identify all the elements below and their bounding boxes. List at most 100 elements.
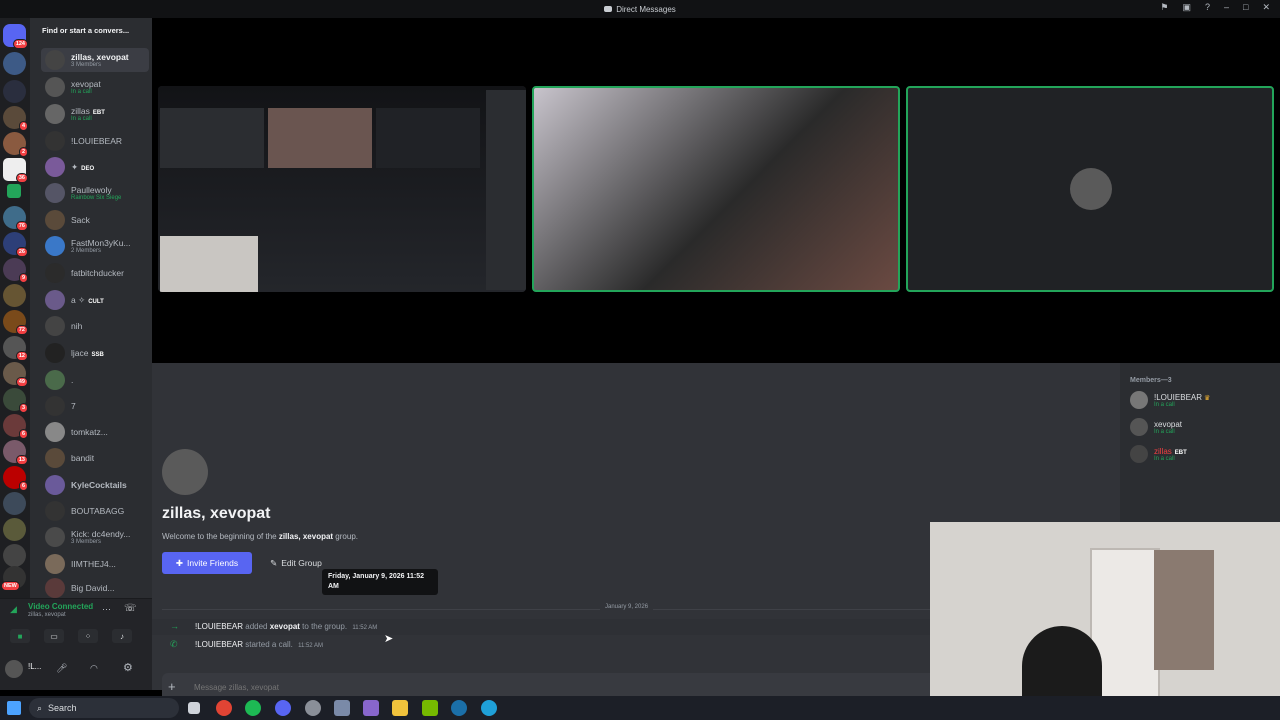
taskbar-search[interactable]: ⌕ Search: [29, 698, 179, 718]
server-icon[interactable]: [3, 52, 26, 75]
server-icon[interactable]: 2: [3, 132, 28, 157]
dm-item[interactable]: ✦ DEO: [41, 155, 149, 179]
server-icon[interactable]: 13: [3, 440, 28, 465]
server-icon[interactable]: [3, 518, 26, 541]
microphone-icon[interactable]: 🎤︎: [56, 663, 67, 674]
home-button[interactable]: 124: [3, 24, 28, 49]
dm-item[interactable]: Big David...: [41, 576, 149, 598]
video-tile[interactable]: [532, 86, 900, 292]
dm-item[interactable]: zillas, xevopat 3 Members: [41, 48, 149, 72]
dm-item[interactable]: nih: [41, 314, 149, 338]
server-icon[interactable]: 76: [3, 206, 28, 231]
server-icon[interactable]: 3: [3, 388, 28, 413]
avatar: [1130, 391, 1148, 409]
member-item[interactable]: zillas EBT In a call: [1130, 443, 1187, 465]
dm-item[interactable]: 7: [41, 394, 149, 418]
screen-icon: ▭: [50, 631, 58, 641]
soundboard-button[interactable]: ♪: [112, 629, 132, 643]
dm-item[interactable]: a ✧ CULT: [41, 288, 149, 312]
headphones-icon[interactable]: ◠: [90, 663, 98, 674]
spotify-icon[interactable]: [245, 700, 261, 716]
steam-icon[interactable]: [451, 700, 467, 716]
dm-item[interactable]: Sack: [41, 208, 149, 232]
server-icon[interactable]: 72: [3, 310, 28, 335]
attach-plus-icon[interactable]: +: [168, 679, 176, 694]
server-icon[interactable]: [3, 284, 26, 307]
welcome-prefix: Welcome to the beginning of the: [162, 532, 279, 541]
avatar: [45, 370, 65, 390]
avatar[interactable]: [5, 660, 23, 678]
dm-item[interactable]: KyleCocktails: [41, 473, 149, 497]
grid-icon: ⁘: [84, 631, 92, 641]
voice-channel[interactable]: zillas, xevopat: [28, 612, 66, 618]
server-icon[interactable]: 26: [3, 232, 28, 257]
discord-taskbar-icon[interactable]: [275, 700, 291, 716]
activities-button[interactable]: ⁘: [78, 629, 98, 643]
dm-search-button[interactable]: Find or start a convers...: [42, 26, 129, 35]
message-author[interactable]: !LOUIEBEAR: [195, 640, 243, 649]
server-icon[interactable]: [3, 544, 26, 567]
unread-badge: 72: [15, 325, 28, 335]
server-icon[interactable]: 6: [3, 466, 28, 491]
dm-item[interactable]: IIMTHEJ4...: [41, 552, 149, 576]
chrome-icon[interactable]: [216, 700, 232, 716]
dm-item[interactable]: tomkatz...: [41, 420, 149, 444]
app-root: Direct Messages ⚑ ▣ ? – □ ✕ 124 4 2 36 7…: [0, 0, 1280, 720]
app-icon[interactable]: [305, 700, 321, 716]
disconnect-icon[interactable]: ☏: [124, 603, 137, 614]
dm-item[interactable]: fatbitchducker: [41, 261, 149, 285]
discord-icon: [604, 6, 613, 12]
flag-icon[interactable]: ⚑: [1160, 2, 1168, 13]
server-icon[interactable]: 6: [3, 414, 28, 439]
windows-start-icon[interactable]: [7, 701, 21, 715]
message-input[interactable]: [194, 680, 694, 694]
tooltip-text: Friday, January 9, 2026 11:52 AM: [328, 573, 424, 590]
server-icon[interactable]: 36: [3, 158, 28, 183]
screen-share-tile[interactable]: [158, 86, 526, 292]
dm-item[interactable]: FastMon3yKu... 2 Members: [41, 234, 149, 258]
nvidia-icon[interactable]: [422, 700, 438, 716]
signal-icon: ◢: [10, 604, 17, 614]
member-item[interactable]: xevopat In a call: [1130, 416, 1182, 438]
member-item[interactable]: !LOUIEBEAR ♛ In a call: [1130, 389, 1210, 411]
help-icon[interactable]: ?: [1205, 2, 1210, 13]
folder-icon[interactable]: [392, 700, 408, 716]
dm-item[interactable]: .: [41, 368, 149, 392]
server-icon[interactable]: 12: [3, 336, 28, 361]
server-icon[interactable]: [3, 492, 26, 515]
dm-item[interactable]: xevopat In a call: [41, 75, 149, 99]
server-icon[interactable]: NEW: [1, 566, 26, 591]
invite-friends-button[interactable]: ✚ Invite Friends: [162, 552, 252, 574]
username[interactable]: !L...: [28, 662, 41, 671]
dm-item[interactable]: Kick: dc4endy... 3 Members: [41, 525, 149, 549]
dm-item[interactable]: bandit: [41, 446, 149, 470]
server-icon[interactable]: [3, 80, 26, 103]
camera-button[interactable]: ■: [10, 629, 30, 643]
server-icon[interactable]: 49: [3, 362, 28, 387]
maximize-button[interactable]: □: [1243, 2, 1248, 13]
dm-subtitle: 2 Members: [71, 248, 102, 254]
message-author[interactable]: !LOUIEBEAR: [195, 622, 243, 631]
task-view-icon[interactable]: [188, 702, 200, 714]
edge-icon[interactable]: [481, 700, 497, 716]
gear-icon[interactable]: ⚙: [123, 661, 133, 674]
settings-icon[interactable]: [334, 700, 350, 716]
video-tile[interactable]: [906, 86, 1274, 292]
noise-suppression-icon[interactable]: ⋯: [102, 604, 111, 615]
controller-icon[interactable]: [363, 700, 379, 716]
server-icon[interactable]: 4: [3, 106, 28, 131]
inbox-icon[interactable]: ▣: [1182, 2, 1191, 13]
minimize-button[interactable]: –: [1224, 2, 1229, 13]
server-icon[interactable]: 9: [3, 258, 28, 283]
dm-name: .: [71, 375, 74, 385]
server-icon[interactable]: [7, 184, 21, 198]
dm-item[interactable]: BOUTABAGG: [41, 499, 149, 523]
message-target[interactable]: xevopat: [270, 622, 300, 631]
unread-badge: 6: [18, 481, 28, 491]
dm-item[interactable]: ljace SSB: [41, 341, 149, 365]
dm-item[interactable]: zillas EBT In a call: [41, 102, 149, 126]
dm-item[interactable]: Paullewoly Rainbow Six Siege: [41, 181, 149, 205]
dm-item[interactable]: !LOUIEBEAR: [41, 129, 149, 153]
close-button[interactable]: ✕: [1262, 2, 1270, 13]
screen-share-button[interactable]: ▭: [44, 629, 64, 643]
